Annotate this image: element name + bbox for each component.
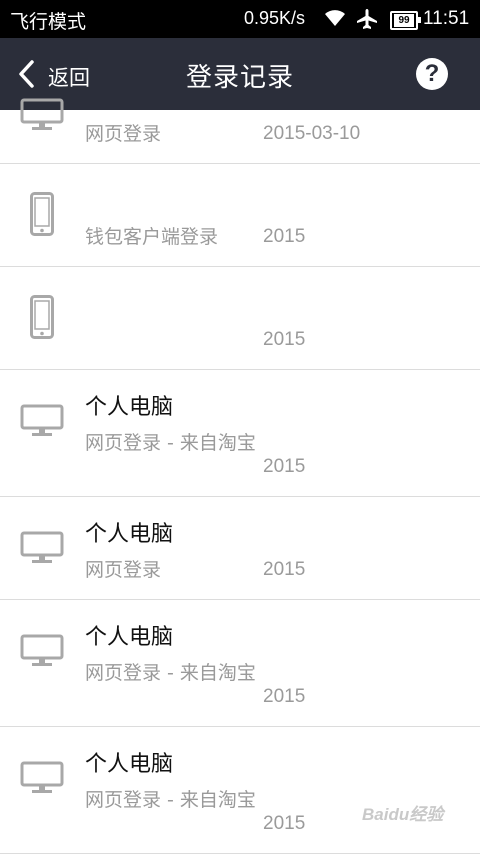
login-date: 2015 bbox=[263, 329, 306, 350]
login-record-row[interactable]: 网页登录 2015-03-10 bbox=[0, 98, 480, 164]
login-method: 钱包客户端登录 bbox=[85, 226, 219, 248]
app-bar: 返回 登录记录 ? bbox=[0, 38, 480, 110]
phone-icon bbox=[30, 295, 54, 339]
airplane-icon bbox=[357, 9, 377, 29]
status-bar: 飞行模式 0.95K/s 99 11:51 bbox=[0, 0, 480, 38]
login-record-row[interactable]: 2015 bbox=[0, 267, 480, 370]
desktop-icon bbox=[20, 531, 64, 563]
login-date: 2015 bbox=[263, 686, 306, 707]
login-date: 2015 bbox=[263, 559, 306, 580]
help-icon[interactable]: ? bbox=[416, 58, 448, 90]
login-method: 网页登录 - 来自淘宝 bbox=[85, 432, 256, 454]
login-method: 网页登录 - 来自淘宝 bbox=[85, 662, 256, 684]
login-record-row[interactable]: 个人电脑 网页登录 - 来自淘宝 2015 bbox=[0, 370, 480, 497]
wifi-icon bbox=[325, 10, 345, 26]
phone-icon bbox=[30, 192, 54, 236]
desktop-icon bbox=[20, 404, 64, 436]
desktop-icon bbox=[20, 634, 64, 666]
login-records-list: 网页登录 2015-03-10 钱包客户端登录 2015 2015 个人电脑 网… bbox=[0, 98, 480, 854]
device-name: 个人电脑 bbox=[85, 625, 174, 650]
login-method: 网页登录 - 来自淘宝 bbox=[85, 789, 256, 811]
device-name: 个人电脑 bbox=[85, 522, 174, 547]
login-record-row[interactable]: 个人电脑 网页登录 2015 bbox=[0, 497, 480, 600]
clock: 11:51 bbox=[423, 8, 470, 29]
login-method: 网页登录 bbox=[85, 123, 162, 145]
login-date: 2015-03-10 bbox=[263, 123, 361, 144]
desktop-icon bbox=[20, 98, 64, 130]
login-date: 2015 bbox=[263, 226, 306, 247]
login-record-row[interactable]: 个人电脑 网页登录 - 来自淘宝 2015 bbox=[0, 727, 480, 854]
login-date: 2015 bbox=[263, 813, 306, 834]
login-record-row[interactable]: 钱包客户端登录 2015 bbox=[0, 164, 480, 267]
login-date: 2015 bbox=[263, 456, 306, 477]
battery-level: 99 bbox=[394, 14, 414, 27]
network-speed: 0.95K/s bbox=[244, 8, 306, 28]
device-name: 个人电脑 bbox=[85, 395, 174, 420]
battery-icon: 99 bbox=[390, 11, 421, 30]
login-method: 网页登录 bbox=[85, 559, 162, 581]
desktop-icon bbox=[20, 761, 64, 793]
baidu-watermark: Baidu经验 bbox=[362, 805, 444, 824]
login-record-row[interactable]: 个人电脑 网页登录 - 来自淘宝 2015 bbox=[0, 600, 480, 727]
airplane-mode-label: 飞行模式 bbox=[10, 11, 87, 33]
page-title: 登录记录 bbox=[185, 63, 294, 93]
device-name: 个人电脑 bbox=[85, 752, 174, 777]
